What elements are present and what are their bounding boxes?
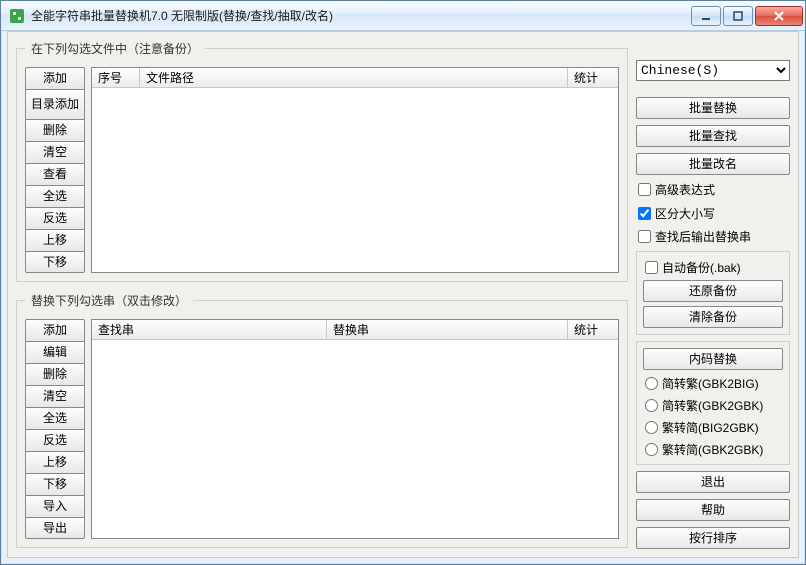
strings-movedown-button[interactable]: 下移 bbox=[25, 473, 85, 495]
advanced-expr-label: 高级表达式 bbox=[655, 181, 715, 198]
files-add-button[interactable]: 添加 bbox=[25, 67, 85, 89]
files-clear-button[interactable]: 清空 bbox=[25, 141, 85, 163]
strings-edit-button[interactable]: 编辑 bbox=[25, 341, 85, 363]
strings-list-body[interactable] bbox=[92, 340, 618, 538]
language-select[interactable]: Chinese(S) bbox=[636, 60, 790, 81]
strings-listview[interactable]: 查找串 替换串 统计 bbox=[91, 319, 619, 539]
batch-find-button[interactable]: 批量查找 bbox=[636, 125, 790, 147]
files-list-body[interactable] bbox=[92, 88, 618, 272]
batch-rename-button[interactable]: 批量改名 bbox=[636, 153, 790, 175]
files-col-stats[interactable]: 统计 bbox=[568, 68, 618, 87]
strings-add-button[interactable]: 添加 bbox=[25, 319, 85, 341]
encoding-radio-1[interactable]: 简转繁(GBK2BIG) bbox=[643, 374, 783, 392]
strings-group-legend: 替换下列勾选串（双击修改） bbox=[25, 292, 193, 309]
maximize-button[interactable] bbox=[723, 6, 753, 26]
files-movedown-button[interactable]: 下移 bbox=[25, 251, 85, 273]
window-buttons bbox=[689, 6, 803, 26]
strings-moveup-button[interactable]: 上移 bbox=[25, 451, 85, 473]
auto-backup-label: 自动备份(.bak) bbox=[662, 259, 741, 276]
batch-replace-button[interactable]: 批量替换 bbox=[636, 97, 790, 119]
help-button[interactable]: 帮助 bbox=[636, 499, 790, 521]
encoding-radio-2-input[interactable] bbox=[645, 399, 658, 412]
output-after-find-checkbox[interactable]: 查找后输出替换串 bbox=[636, 228, 790, 245]
strings-col-stats[interactable]: 统计 bbox=[568, 320, 618, 339]
files-add-dir-button[interactable]: 目录添加 bbox=[25, 89, 85, 119]
encoding-panel: 内码替换 简转繁(GBK2BIG) 简转繁(GBK2GBK) 繁转简(BIG2G… bbox=[636, 341, 790, 465]
encoding-radio-4-input[interactable] bbox=[645, 443, 658, 456]
files-delete-button[interactable]: 删除 bbox=[25, 119, 85, 141]
files-list-header: 序号 文件路径 统计 bbox=[92, 68, 618, 88]
app-icon bbox=[9, 8, 25, 24]
files-group-legend: 在下列勾选文件中（注意备份） bbox=[25, 40, 205, 57]
left-column: 在下列勾选文件中（注意备份） 添加 目录添加 删除 清空 查看 全选 反选 上移… bbox=[16, 40, 628, 549]
strings-delete-button[interactable]: 删除 bbox=[25, 363, 85, 385]
sort-lines-button[interactable]: 按行排序 bbox=[636, 527, 790, 549]
encoding-radio-1-label: 简转繁(GBK2BIG) bbox=[662, 375, 759, 392]
advanced-expr-checkbox[interactable]: 高级表达式 bbox=[636, 181, 790, 198]
strings-selectall-button[interactable]: 全选 bbox=[25, 407, 85, 429]
right-column: Chinese(S) 批量替换 批量查找 批量改名 高级表达式 区分大小写 查找… bbox=[636, 40, 790, 549]
files-button-column: 添加 目录添加 删除 清空 查看 全选 反选 上移 下移 bbox=[25, 67, 85, 273]
auto-backup-input[interactable] bbox=[645, 261, 658, 274]
close-button[interactable] bbox=[755, 6, 803, 26]
files-col-path[interactable]: 文件路径 bbox=[140, 68, 568, 87]
encoding-radio-3-input[interactable] bbox=[645, 421, 658, 434]
strings-list-header: 查找串 替换串 统计 bbox=[92, 320, 618, 340]
case-sensitive-input[interactable] bbox=[638, 207, 651, 220]
files-col-index[interactable]: 序号 bbox=[92, 68, 140, 87]
clear-backup-button[interactable]: 清除备份 bbox=[643, 306, 783, 328]
encoding-radio-2[interactable]: 简转繁(GBK2GBK) bbox=[643, 396, 783, 414]
encoding-replace-button[interactable]: 内码替换 bbox=[643, 348, 783, 370]
encoding-radio-1-input[interactable] bbox=[645, 377, 658, 390]
encoding-radio-4[interactable]: 繁转简(GBK2GBK) bbox=[643, 440, 783, 458]
strings-export-button[interactable]: 导出 bbox=[25, 517, 85, 539]
strings-clear-button[interactable]: 清空 bbox=[25, 385, 85, 407]
files-selectall-button[interactable]: 全选 bbox=[25, 185, 85, 207]
encoding-radio-2-label: 简转繁(GBK2GBK) bbox=[662, 397, 763, 414]
case-sensitive-label: 区分大小写 bbox=[655, 205, 715, 222]
restore-backup-button[interactable]: 还原备份 bbox=[643, 280, 783, 302]
files-view-button[interactable]: 查看 bbox=[25, 163, 85, 185]
strings-group: 替换下列勾选串（双击修改） 添加 编辑 删除 清空 全选 反选 上移 下移 导入… bbox=[16, 292, 628, 548]
app-window: 全能字符串批量替换机7.0 无限制版(替换/查找/抽取/改名) 在下列勾选文件中… bbox=[0, 0, 806, 565]
encoding-radio-4-label: 繁转简(GBK2GBK) bbox=[662, 441, 763, 458]
strings-col-replace[interactable]: 替换串 bbox=[327, 320, 568, 339]
files-invert-button[interactable]: 反选 bbox=[25, 207, 85, 229]
titlebar: 全能字符串批量替换机7.0 无限制版(替换/查找/抽取/改名) bbox=[1, 1, 805, 31]
strings-col-find[interactable]: 查找串 bbox=[92, 320, 327, 339]
minimize-button[interactable] bbox=[691, 6, 721, 26]
files-listview[interactable]: 序号 文件路径 统计 bbox=[91, 67, 619, 273]
advanced-expr-input[interactable] bbox=[638, 183, 651, 196]
strings-invert-button[interactable]: 反选 bbox=[25, 429, 85, 451]
files-moveup-button[interactable]: 上移 bbox=[25, 229, 85, 251]
window-title: 全能字符串批量替换机7.0 无限制版(替换/查找/抽取/改名) bbox=[31, 7, 689, 24]
exit-button[interactable]: 退出 bbox=[636, 471, 790, 493]
client-area: 在下列勾选文件中（注意备份） 添加 目录添加 删除 清空 查看 全选 反选 上移… bbox=[7, 31, 799, 558]
encoding-radio-3[interactable]: 繁转简(BIG2GBK) bbox=[643, 418, 783, 436]
backup-panel: 自动备份(.bak) 还原备份 清除备份 bbox=[636, 251, 790, 335]
strings-import-button[interactable]: 导入 bbox=[25, 495, 85, 517]
encoding-radio-3-label: 繁转简(BIG2GBK) bbox=[662, 419, 759, 436]
files-group: 在下列勾选文件中（注意备份） 添加 目录添加 删除 清空 查看 全选 反选 上移… bbox=[16, 40, 628, 282]
output-after-find-label: 查找后输出替换串 bbox=[655, 228, 751, 245]
strings-button-column: 添加 编辑 删除 清空 全选 反选 上移 下移 导入 导出 bbox=[25, 319, 85, 539]
case-sensitive-checkbox[interactable]: 区分大小写 bbox=[636, 204, 790, 221]
auto-backup-checkbox[interactable]: 自动备份(.bak) bbox=[643, 258, 783, 276]
output-after-find-input[interactable] bbox=[638, 230, 651, 243]
